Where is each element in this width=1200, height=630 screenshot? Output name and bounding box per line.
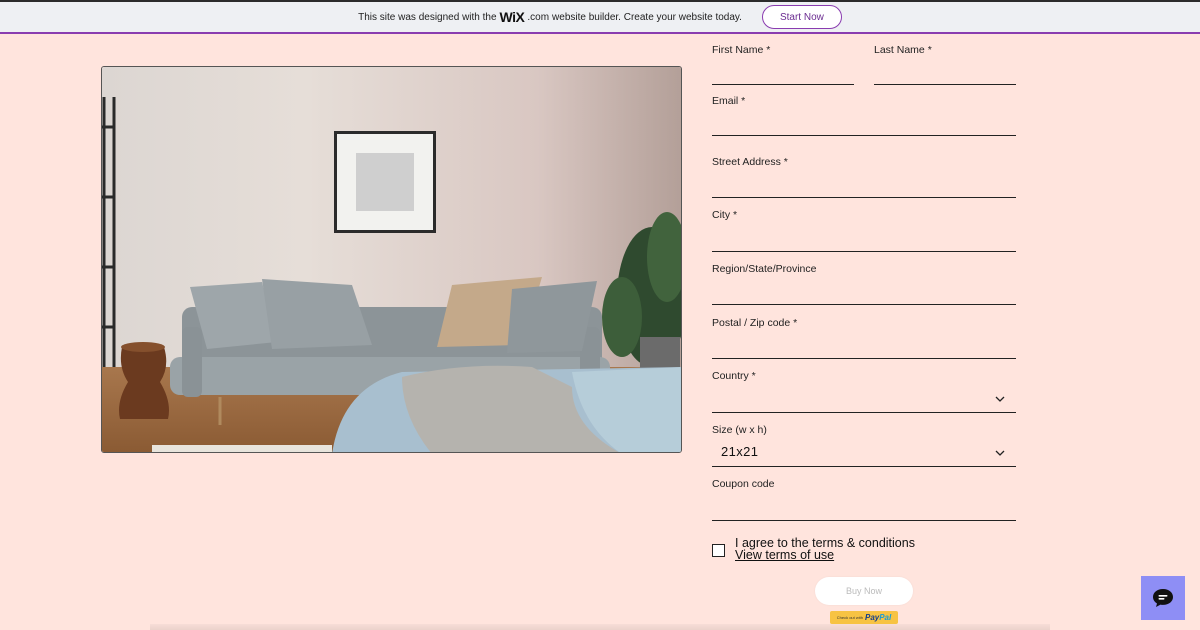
banner-prefix: This site was designed with the (358, 11, 497, 23)
postal-code-field[interactable]: Postal / Zip code * (712, 317, 1016, 361)
wix-logo[interactable]: WiX (500, 9, 525, 25)
first-name-field[interactable]: First Name * (712, 44, 854, 88)
terms-checkbox[interactable] (712, 544, 725, 557)
city-label: City * (712, 209, 738, 221)
buy-now-button[interactable]: Buy Now (815, 577, 913, 605)
street-address-field[interactable]: Street Address * (712, 156, 1016, 200)
email-input[interactable] (712, 135, 1016, 136)
chat-bubble-icon (1153, 589, 1173, 607)
view-terms-link[interactable]: View terms of use (735, 549, 915, 562)
coupon-field[interactable]: Coupon code (712, 478, 1016, 522)
chat-button[interactable] (1141, 576, 1185, 620)
last-name-input[interactable] (874, 84, 1016, 85)
coupon-label: Coupon code (712, 478, 775, 490)
chevron-down-icon[interactable] (994, 393, 1006, 405)
country-select[interactable] (712, 412, 1016, 413)
product-photo (101, 66, 682, 453)
city-input[interactable] (712, 251, 1016, 252)
size-select[interactable] (712, 466, 1016, 467)
paypal-button[interactable]: Check out with PayPal (830, 611, 898, 624)
postal-code-label: Postal / Zip code * (712, 317, 798, 329)
paypal-logo-pal: Pal (879, 613, 892, 622)
last-name-field[interactable]: Last Name * (874, 44, 1016, 88)
wix-logo-suffix: .com (527, 11, 550, 23)
terms-agreement: I agree to the terms & conditions View t… (712, 537, 915, 561)
banner-text: This site was designed with the WiX .com … (358, 9, 742, 25)
last-name-label: Last Name * (874, 44, 932, 56)
city-field[interactable]: City * (712, 209, 1016, 253)
size-label: Size (w x h) (712, 424, 767, 436)
first-name-input[interactable] (712, 84, 854, 85)
footer-shadow (150, 624, 1050, 630)
postal-code-input[interactable] (712, 358, 1016, 359)
region-label: Region/State/Province (712, 263, 817, 275)
email-field[interactable]: Email * (712, 95, 1016, 139)
size-field[interactable]: Size (w x h) 21x21 (712, 424, 1016, 468)
banner-suffix: website builder. Create your website tod… (552, 11, 742, 23)
paypal-prefix: Check out with (836, 615, 863, 620)
wix-banner: This site was designed with the WiX .com … (0, 0, 1200, 34)
region-input[interactable] (712, 304, 1016, 305)
paypal-logo-pay: Pay (864, 613, 880, 622)
first-name-label: First Name * (712, 44, 771, 56)
coupon-input[interactable] (712, 520, 1016, 521)
paypal-logo: PayPal (865, 613, 891, 622)
street-address-label: Street Address * (712, 156, 788, 168)
country-field[interactable]: Country * (712, 370, 1016, 414)
start-now-button[interactable]: Start Now (761, 5, 842, 29)
email-label: Email * (712, 95, 746, 107)
living-room-image (102, 67, 681, 452)
size-selected-value: 21x21 (721, 444, 759, 459)
chevron-down-icon[interactable] (994, 447, 1006, 459)
country-label: Country * (712, 370, 756, 382)
street-address-input[interactable] (712, 197, 1016, 198)
region-field[interactable]: Region/State/Province (712, 263, 1016, 307)
